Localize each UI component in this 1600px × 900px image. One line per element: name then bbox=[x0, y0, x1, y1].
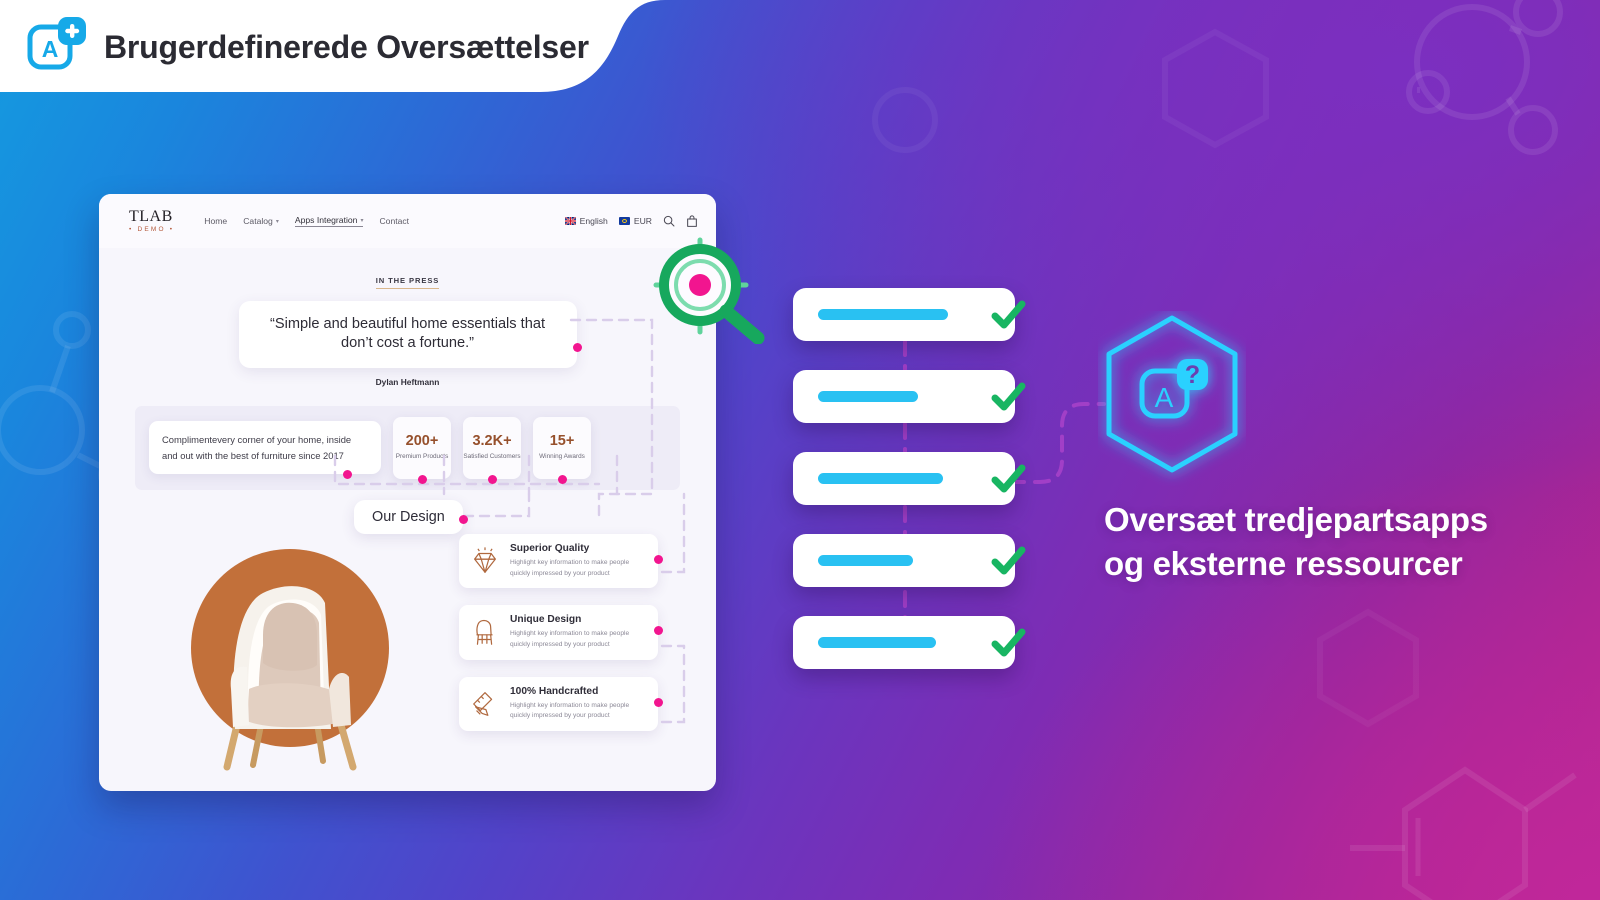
translation-card[interactable] bbox=[793, 370, 1026, 423]
feature-description: Highlight key information to make people… bbox=[510, 701, 630, 720]
connector-dot bbox=[343, 469, 352, 479]
chair-icon bbox=[476, 620, 493, 646]
chevron-down-icon: ▾ bbox=[275, 218, 279, 225]
stat-number: 3.2K+ bbox=[472, 433, 512, 450]
nav-item-apps-integration[interactable]: Apps Integration ▾ bbox=[294, 215, 364, 227]
check-icon bbox=[991, 546, 1026, 575]
chevron-down-icon: ▾ bbox=[360, 217, 364, 224]
connector-dot bbox=[418, 474, 427, 484]
nav-item-contact[interactable]: Contact bbox=[379, 216, 409, 226]
stat-card-premium-products: 200+ Premium Products bbox=[393, 416, 451, 484]
eu-flag-icon bbox=[618, 217, 630, 225]
connector-dot bbox=[458, 515, 468, 524]
translation-bar bbox=[818, 473, 943, 484]
svg-text:?: ? bbox=[1185, 361, 1200, 389]
connector-dot bbox=[654, 626, 663, 636]
connector-dot bbox=[654, 555, 663, 564]
mockup-logo[interactable]: TLAB • DEMO • bbox=[129, 207, 175, 234]
feature-card-list: Superior Quality Highlight key informati… bbox=[459, 534, 663, 748]
callout-line-1: Oversæt tredjepartsapps bbox=[1104, 501, 1488, 538]
stat-card-satisfied-customers: 3.2K+ Satisfied Customers bbox=[463, 416, 521, 484]
ruler-pencil-icon bbox=[473, 691, 493, 716]
check-icon bbox=[991, 300, 1026, 329]
product-image-armchair bbox=[191, 539, 391, 774]
target-magnifier-icon bbox=[653, 237, 765, 344]
feature-card-superior-quality: Superior Quality Highlight key informati… bbox=[459, 534, 663, 589]
mockup-logo-sub: • DEMO • bbox=[129, 225, 175, 233]
nav-item-contact-label: Contact bbox=[379, 216, 410, 226]
feature-description: Highlight key information to make people… bbox=[510, 630, 630, 649]
svg-text:A: A bbox=[1155, 382, 1174, 413]
stats-description: Complimentevery corner of your home, ins… bbox=[149, 421, 381, 479]
mockup-nav-links: Home Catalog ▾ Apps Integration ▾ Contac… bbox=[204, 215, 409, 227]
press-quote-author: Dylan Heftmann bbox=[375, 376, 440, 387]
translation-bar bbox=[818, 637, 936, 648]
mockup-nav-right: English EUR bbox=[564, 214, 698, 228]
stats-band: Complimentevery corner of your home, ins… bbox=[135, 405, 680, 490]
press-quote-box: “Simple and beautiful home essentials th… bbox=[238, 301, 582, 368]
language-selector[interactable]: English bbox=[564, 216, 608, 226]
check-icon bbox=[991, 464, 1026, 493]
translation-card[interactable] bbox=[793, 288, 1026, 341]
a-question-translate-icon: A ? bbox=[1106, 315, 1238, 473]
mockup-navbar: TLAB • DEMO • Home Catalog ▾ Apps Integr… bbox=[99, 194, 716, 248]
feature-title: 100% Handcrafted bbox=[510, 685, 599, 697]
feature-card-handcrafted: 100% Handcrafted Highlight key informati… bbox=[459, 676, 663, 732]
press-label: IN THE PRESS bbox=[375, 276, 440, 289]
nav-item-catalog[interactable]: Catalog ▾ bbox=[243, 216, 279, 226]
feature-card-unique-design: Unique Design Highlight key information … bbox=[459, 605, 663, 660]
search-icon[interactable] bbox=[663, 215, 675, 227]
translation-card[interactable] bbox=[793, 534, 1026, 587]
armchair-illustration bbox=[223, 586, 357, 771]
currency-selector[interactable]: EUR bbox=[618, 216, 652, 226]
a-plus-translate-icon: A bbox=[27, 17, 86, 70]
connector-dot bbox=[572, 343, 582, 352]
page-title: Brugerdefinerede Oversættelser bbox=[104, 28, 589, 65]
stat-card-winning-awards: 15+ Winning Awards bbox=[533, 416, 591, 484]
stat-label: Satisfied Customers bbox=[463, 453, 521, 461]
translation-bar bbox=[818, 391, 918, 402]
uk-flag-icon bbox=[564, 217, 576, 225]
stat-label: Premium Products bbox=[395, 453, 449, 461]
nav-item-home[interactable]: Home bbox=[204, 216, 227, 226]
nav-item-catalog-label: Catalog bbox=[243, 216, 273, 226]
nav-item-home-label: Home bbox=[204, 216, 228, 226]
mockup-logo-main: TLAB bbox=[129, 207, 173, 225]
our-design-text: Our Design bbox=[372, 509, 445, 525]
translation-bar bbox=[818, 309, 948, 320]
language-label: English bbox=[579, 216, 608, 226]
connector-dot bbox=[558, 474, 567, 484]
stat-number: 15+ bbox=[549, 433, 575, 450]
currency-label: EUR bbox=[633, 216, 652, 226]
diamond-icon bbox=[474, 547, 496, 573]
translation-card[interactable] bbox=[793, 452, 1026, 505]
translation-bar bbox=[818, 555, 913, 566]
press-section: IN THE PRESS “Simple and beautiful home … bbox=[99, 248, 716, 387]
our-design-label: Our Design bbox=[354, 500, 468, 534]
check-icon bbox=[991, 382, 1026, 411]
website-mockup-panel: TLAB • DEMO • Home Catalog ▾ Apps Integr… bbox=[99, 194, 716, 791]
stats-description-text: Complimentevery corner of your home, ins… bbox=[162, 434, 352, 461]
translation-card-list bbox=[793, 288, 1026, 698]
connector-dot bbox=[488, 474, 497, 484]
connector-dot bbox=[654, 697, 663, 707]
feature-title: Superior Quality bbox=[510, 543, 590, 554]
check-icon bbox=[991, 628, 1026, 657]
feature-description: Highlight key information to make people… bbox=[510, 559, 630, 577]
page-header: A Brugerdefinerede Oversættelser bbox=[0, 0, 740, 92]
stat-number: 200+ bbox=[405, 433, 439, 450]
shopping-bag-icon[interactable] bbox=[686, 214, 698, 228]
callout-text: Oversæt tredjepartsapps og eksterne ress… bbox=[1104, 498, 1534, 585]
callout-line-2: og eksterne ressourcer bbox=[1104, 544, 1463, 582]
svg-text:A: A bbox=[42, 36, 59, 62]
nav-item-apps-integration-label: Apps Integration bbox=[294, 215, 358, 225]
press-quote-text: “Simple and beautiful home essentials th… bbox=[269, 316, 545, 352]
translation-card[interactable] bbox=[793, 616, 1026, 669]
feature-title: Unique Design bbox=[510, 614, 582, 626]
stat-label: Winning Awards bbox=[539, 453, 585, 461]
